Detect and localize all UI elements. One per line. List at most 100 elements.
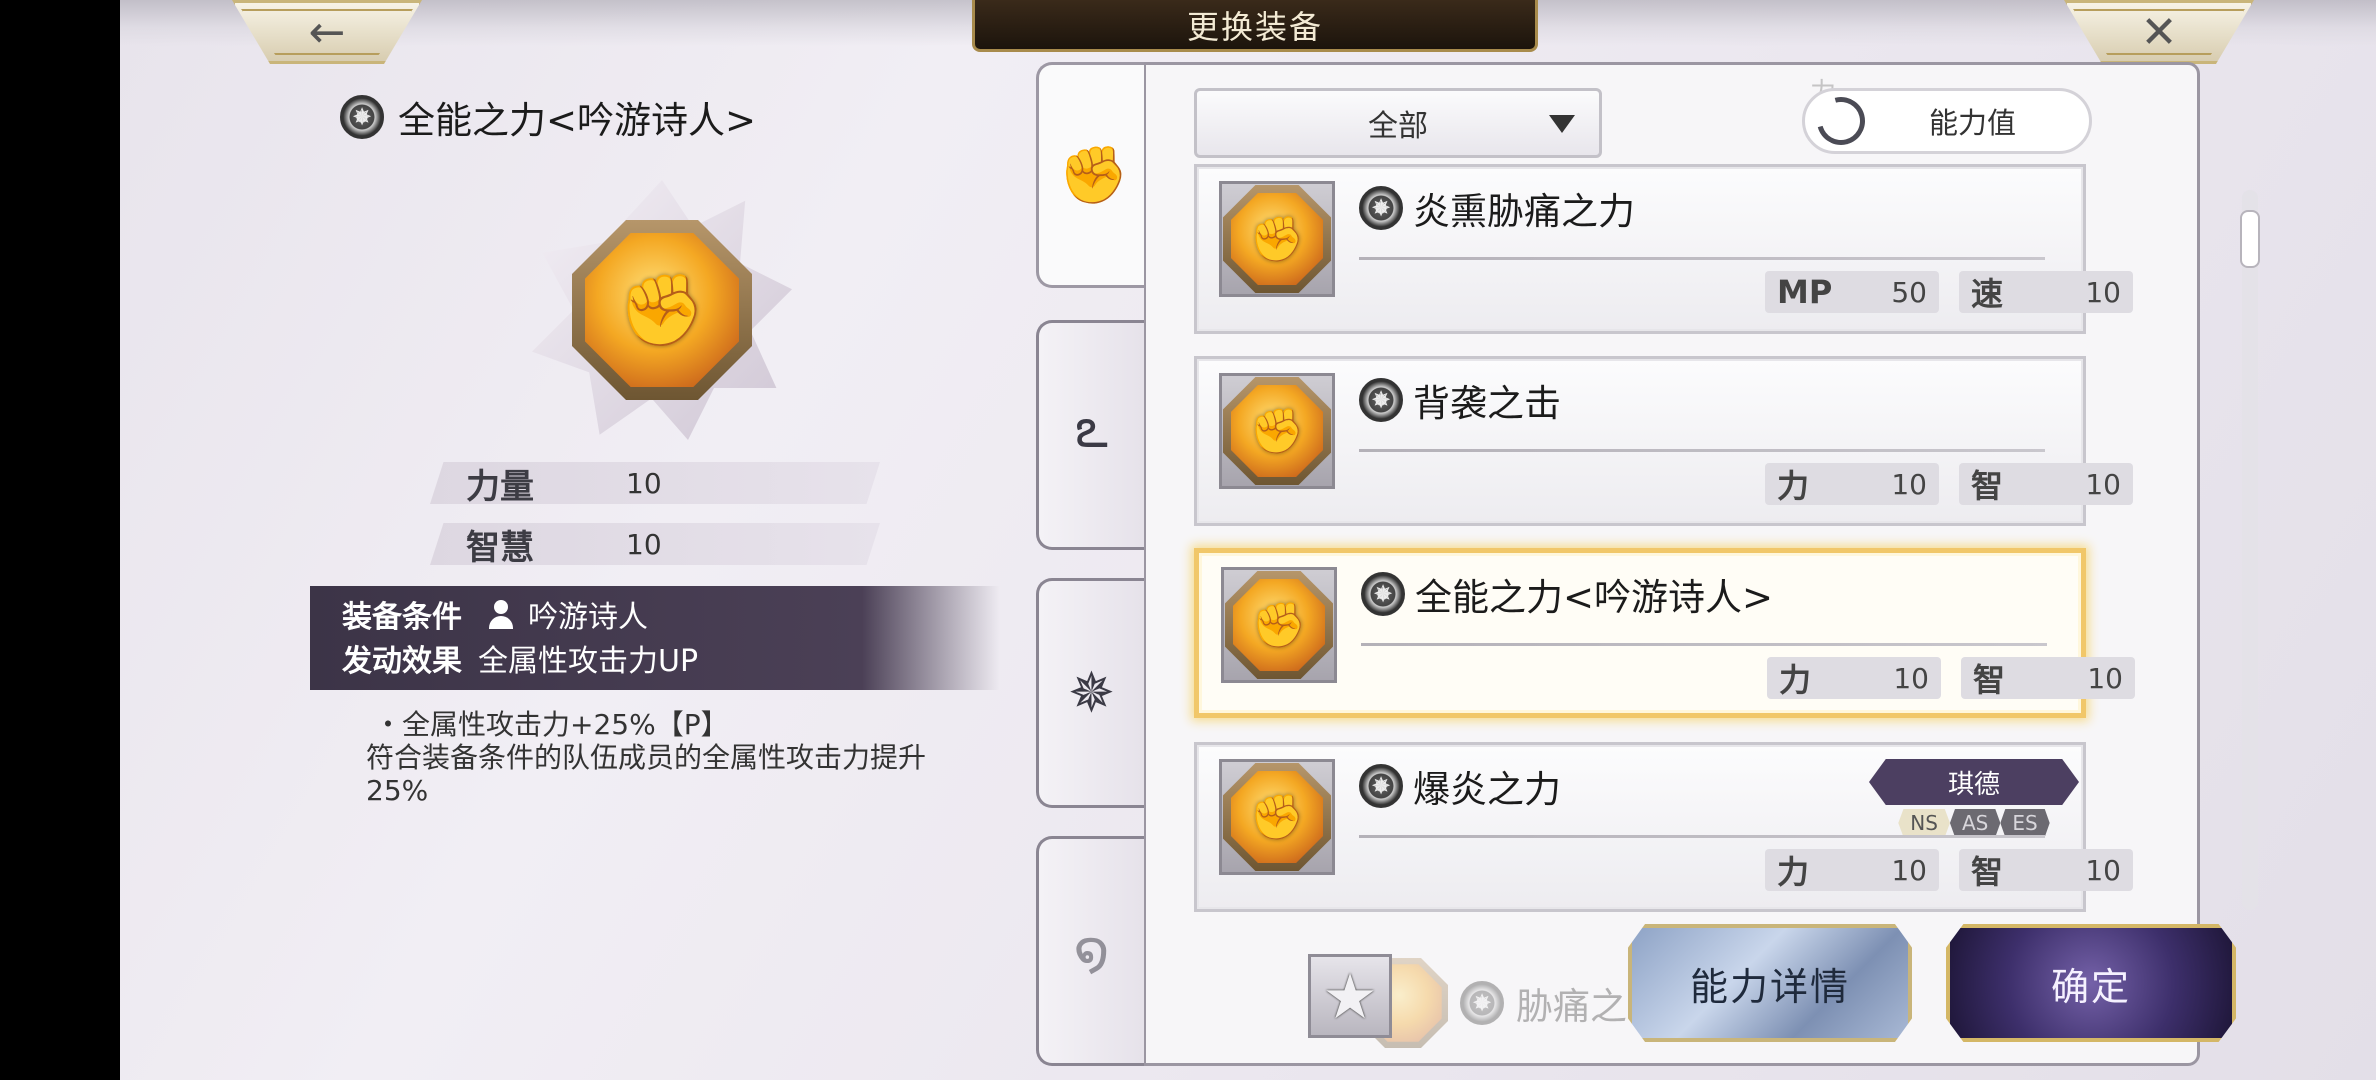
back-button[interactable]: ←: [232, 0, 422, 64]
character-name: 琪德: [1869, 759, 2079, 805]
game-screen: ← 更换装备 ✕ ✵ 全能之力<吟游诗人> ✊ 力量 10 智慧 10 装备条件…: [120, 0, 2376, 1080]
detail-gem-image: ✊: [532, 180, 792, 440]
effect-value: 全属性攻击力UP: [478, 644, 699, 679]
style-tag: ES: [2000, 809, 2050, 837]
divider: [1359, 835, 2045, 838]
gem-frame: ✊: [572, 220, 752, 400]
item-stat: 速 10: [1959, 271, 2133, 313]
item-name: 炎熏胁痛之力: [1413, 190, 1635, 233]
page-title: 更换装备: [972, 0, 1538, 52]
item-name: 背袭之击: [1413, 382, 1561, 425]
chevron-down-icon: [1549, 115, 1575, 133]
style-tags: NS AS ES: [1869, 809, 2079, 837]
button-label: 能力详情: [1689, 964, 1850, 1009]
item-stat: 力 10: [1767, 657, 1941, 699]
item-name: 爆炎之力: [1413, 768, 1561, 811]
rune-icon: ✵: [1068, 660, 1115, 726]
stat-value: 10: [1891, 467, 1927, 501]
equip-condition-row: 装备条件 吟游诗人: [342, 592, 1000, 636]
filter-dropdown[interactable]: 全部: [1194, 88, 1602, 158]
filter-selected: 全部: [1368, 109, 1428, 144]
stat-value: 10: [2085, 853, 2121, 887]
ability-details-button[interactable]: 能力详情: [1628, 924, 1912, 1042]
rune-type-icon: ✵: [1460, 981, 1504, 1025]
tab-rune[interactable]: ✵: [1036, 578, 1144, 808]
rune-type-icon: ✵: [340, 95, 384, 139]
detail-stat-strength: 力量 10: [430, 462, 880, 504]
close-icon: ✕: [2140, 6, 2178, 58]
rune-type-icon: ✵: [1359, 186, 1403, 230]
detail-title: ✵ 全能之力<吟游诗人>: [340, 90, 756, 144]
stat-value: 50: [1891, 275, 1927, 309]
list-item-selected[interactable]: ✊ ✵ 全能之力<吟游诗人> 力 10 智 10: [1194, 548, 2135, 718]
tab-wind[interactable]: ఽ: [1036, 320, 1144, 550]
item-stat: MP 50: [1765, 271, 1939, 313]
stat-key: 智: [1971, 853, 2004, 891]
list-item[interactable]: ✊ ✵ 背袭之击 力 10 智 10: [1194, 356, 2133, 526]
stat-key: 智: [1971, 467, 2004, 505]
item-stat: 智 10: [1961, 657, 2135, 699]
stat-key: 力: [1777, 467, 1810, 505]
confirm-button[interactable]: 确定: [1946, 924, 2236, 1042]
stat-key: 智: [1973, 661, 2006, 699]
effect-row: 发动效果 全属性攻击力UP: [342, 636, 1000, 680]
item-thumbnail: ✊: [1219, 181, 1335, 297]
arrow-left-icon: ←: [308, 6, 346, 58]
item-stat: 智 10: [1959, 849, 2133, 891]
stat-key: 力: [1779, 661, 1812, 699]
button-label: 确定: [2050, 964, 2131, 1009]
stat-label: 力量: [466, 466, 534, 507]
style-tag: NS: [1898, 809, 1950, 837]
divider: [1359, 257, 2045, 260]
item-thumbnail: ✊: [1219, 759, 1335, 875]
item-thumbnail: ✊: [1221, 567, 1337, 683]
stat-key: MP: [1777, 273, 1833, 311]
item-name: 全能之力<吟游诗人>: [1415, 576, 1774, 619]
effect-label: 发动效果: [342, 644, 462, 679]
divider: [1361, 643, 2047, 646]
list-item[interactable]: ✊ ✵ 炎熏胁痛之力 MP 50 速 10: [1194, 164, 2133, 334]
partial-list-item: ✵ 胁痛之: [1358, 958, 1627, 1048]
sort-label: 能力值: [1929, 106, 2017, 140]
divider: [1359, 449, 2045, 452]
wind-swirl-icon: ఽ: [1074, 395, 1109, 461]
rune-type-icon: ✵: [1361, 572, 1405, 616]
item-stat: 力 10: [1765, 463, 1939, 505]
stat-value: 10: [626, 466, 662, 500]
condition-label: 装备条件: [342, 600, 462, 635]
fist-icon: ✊: [1249, 214, 1305, 265]
rune-type-icon: ✵: [1359, 378, 1403, 422]
stat-key: 力: [1777, 853, 1810, 891]
tab-spiral[interactable]: ໑: [1036, 836, 1144, 1066]
style-tag: AS: [1949, 809, 2001, 837]
list-item[interactable]: ✊ ✵ 爆炎之力 琪德 NS AS ES 力 10 智 10: [1194, 742, 2133, 912]
item-stat: 智 10: [1959, 463, 2133, 505]
scrollbar-thumb[interactable]: [2240, 210, 2260, 268]
condition-box: 装备条件 吟游诗人 发动效果 全属性攻击力UP: [310, 586, 1000, 690]
stat-value: 10: [626, 527, 662, 561]
item-thumbnail: ✊: [1219, 373, 1335, 489]
item-stat: 力 10: [1765, 849, 1939, 891]
detail-name: 全能之力<吟游诗人>: [398, 99, 757, 142]
list-scrollbar[interactable]: [2242, 190, 2258, 910]
star-icon: ★: [1322, 959, 1378, 1033]
spiral-icon: ໑: [1073, 918, 1110, 984]
fist-icon: ✊: [1249, 792, 1305, 843]
stat-value: 10: [2087, 661, 2123, 695]
close-button[interactable]: ✕: [2064, 0, 2254, 64]
condition-value: 吟游诗人: [528, 600, 648, 635]
tab-fist[interactable]: ✊: [1036, 62, 1148, 288]
stat-value: 10: [2085, 275, 2121, 309]
favorite-button[interactable]: ★: [1308, 954, 1392, 1038]
refresh-icon: [1808, 88, 1874, 154]
fist-icon: ✊: [1249, 406, 1305, 457]
fist-icon: ✊: [618, 268, 706, 351]
effect-description: ・全属性攻击力+25%【P】 符合装备条件的队伍成员的全属性攻击力提升25%: [366, 708, 1126, 807]
description-line-2: 符合装备条件的队伍成员的全属性攻击力提升25%: [366, 741, 927, 807]
stat-value: 10: [1893, 661, 1929, 695]
stat-value: 10: [2085, 467, 2121, 501]
sort-button[interactable]: 能力值: [1802, 88, 2092, 154]
person-icon: [486, 599, 516, 629]
description-line-1: ・全属性攻击力+25%【P】: [374, 708, 729, 741]
stat-key: 速: [1971, 275, 2004, 313]
